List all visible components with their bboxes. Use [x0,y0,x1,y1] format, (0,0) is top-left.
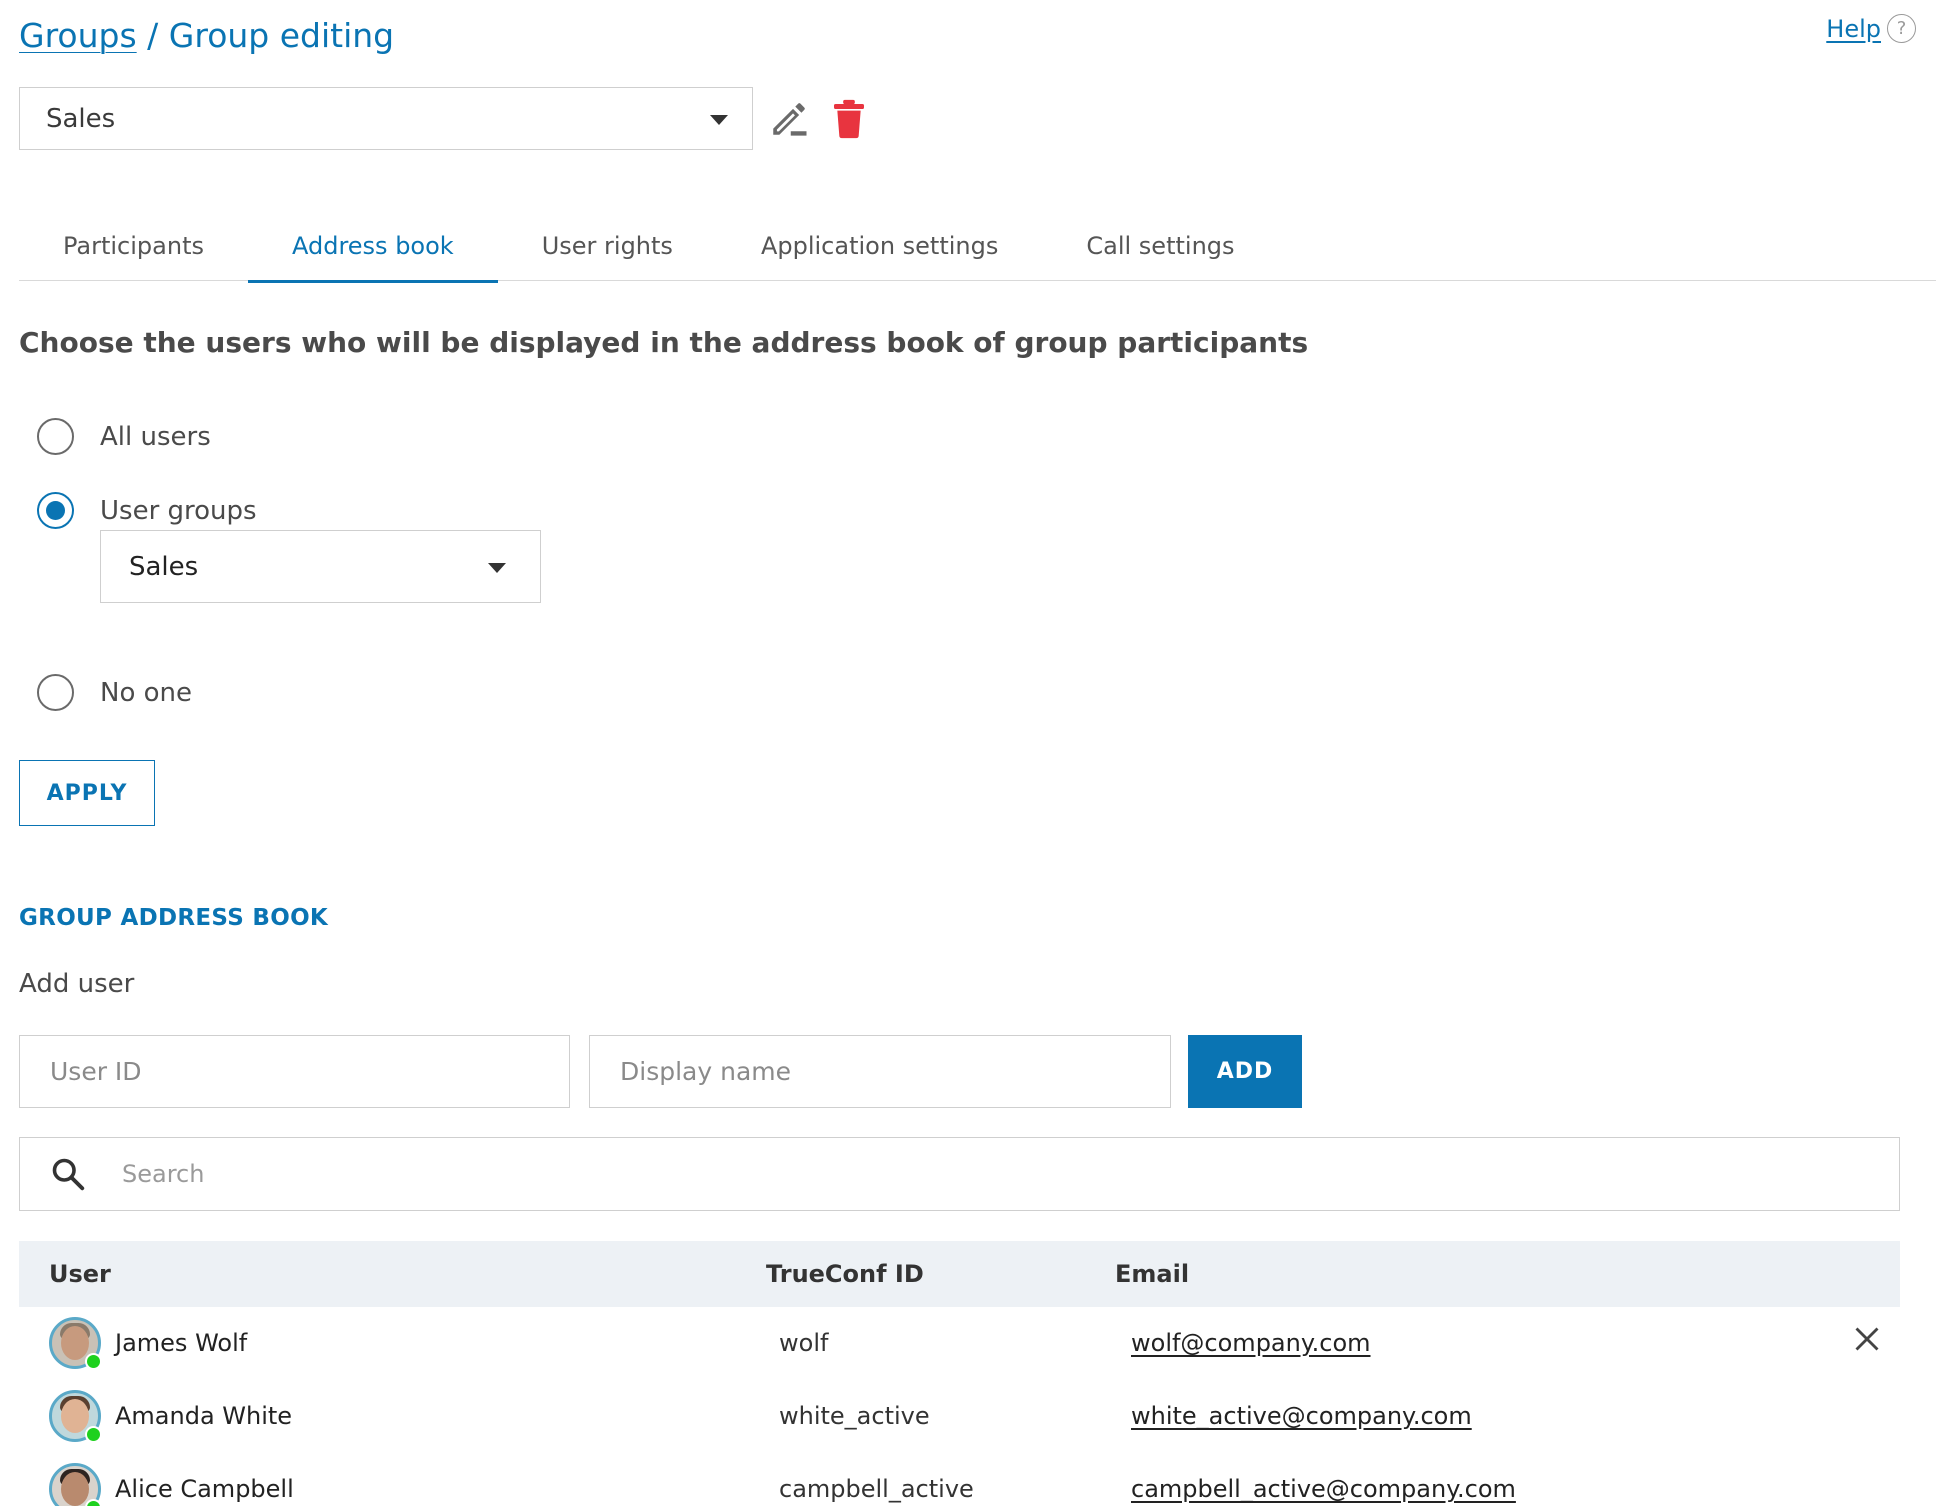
help-link[interactable]: Help [1826,15,1881,43]
tab-participants[interactable]: Participants [19,210,248,281]
avatar-face [61,1399,89,1433]
email-link[interactable]: white_active@company.com [1131,1402,1472,1430]
user-name: James Wolf [115,1329,248,1357]
breadcrumb-groups-link[interactable]: Groups [19,16,137,55]
caret-down-icon [710,115,728,125]
group-select[interactable]: Sales [19,87,753,150]
avatar-face [61,1472,89,1506]
trash-icon [834,99,864,139]
tab-bar: Participants Address book User rights Ap… [19,210,1936,283]
table-header: User TrueConf ID Email [19,1241,1900,1307]
breadcrumb-separator: / [136,16,169,55]
trueconf-id: white_active [779,1402,930,1430]
avatar [49,1390,102,1443]
help-icon[interactable]: ? [1887,14,1916,43]
remove-user-button[interactable] [1849,1321,1885,1357]
avatar [49,1317,102,1370]
address-book-table: User TrueConf ID Email James Wolf wolf w… [19,1241,1900,1506]
apply-button[interactable]: APPLY [19,760,155,826]
tab-application-settings[interactable]: Application settings [717,210,1042,281]
email-link[interactable]: wolf@company.com [1131,1329,1371,1357]
radio-no-one[interactable] [37,674,74,711]
user-groups-select[interactable]: Sales [100,530,541,603]
help: Help ? [1826,14,1916,43]
edit-icon [773,103,807,136]
close-icon [1855,1327,1879,1351]
column-user[interactable]: User [49,1260,111,1288]
user-cell: Amanda White [49,1390,293,1443]
group-select-value: Sales [46,103,116,134]
tab-address-book[interactable]: Address book [247,210,498,283]
option-no-one-label: No one [100,677,193,708]
user-cell: James Wolf [49,1317,248,1370]
option-no-one[interactable]: No one [37,674,192,711]
user-id-field[interactable] [19,1035,570,1108]
email-link[interactable]: campbell_active@company.com [1131,1475,1516,1503]
option-user-groups-label: User groups [100,495,257,526]
radio-all-users[interactable] [37,418,74,455]
option-all-users-label: All users [100,421,211,452]
table-row[interactable]: James Wolf wolf wolf@company.com [19,1307,1900,1380]
table-row[interactable]: Alice Campbell campbell_active campbell_… [19,1453,1900,1506]
option-user-groups[interactable]: User groups [37,492,257,529]
option-all-users[interactable]: All users [37,418,211,455]
online-status-icon [85,1499,102,1506]
add-button[interactable]: ADD [1188,1035,1302,1108]
caret-down-icon [488,563,506,573]
edit-group-button[interactable] [766,96,812,142]
user-name: Amanda White [115,1402,293,1430]
search-box[interactable] [19,1137,1900,1211]
user-cell: Alice Campbell [49,1463,294,1506]
display-name-field[interactable] [589,1035,1171,1108]
user-groups-select-value: Sales [129,551,199,582]
tab-user-rights[interactable]: User rights [498,210,717,281]
tab-call-settings[interactable]: Call settings [1042,210,1278,281]
group-address-book-title: GROUP ADDRESS BOOK [19,905,329,931]
trueconf-id: campbell_active [779,1475,974,1503]
online-status-icon [85,1426,102,1443]
address-book-heading: Choose the users who will be displayed i… [19,326,1309,359]
radio-dot [46,501,65,520]
avatar-face [61,1326,89,1360]
page-title: Group editing [168,16,395,55]
table-row[interactable]: Amanda White white_active white_active@c… [19,1380,1900,1453]
search-icon [48,1154,88,1194]
user-name: Alice Campbell [115,1475,294,1503]
column-trueconf-id[interactable]: TrueConf ID [766,1260,924,1288]
trueconf-id: wolf [779,1329,829,1357]
delete-group-button[interactable] [828,96,870,142]
search-input[interactable] [122,1160,1822,1188]
column-email[interactable]: Email [1115,1260,1189,1288]
radio-user-groups[interactable] [37,492,74,529]
user-id-input[interactable] [50,1057,569,1086]
avatar [49,1463,102,1506]
display-name-input[interactable] [620,1057,1170,1086]
breadcrumb: Groups / Group editing [19,16,394,55]
add-user-label: Add user [19,969,135,999]
online-status-icon [85,1353,102,1370]
